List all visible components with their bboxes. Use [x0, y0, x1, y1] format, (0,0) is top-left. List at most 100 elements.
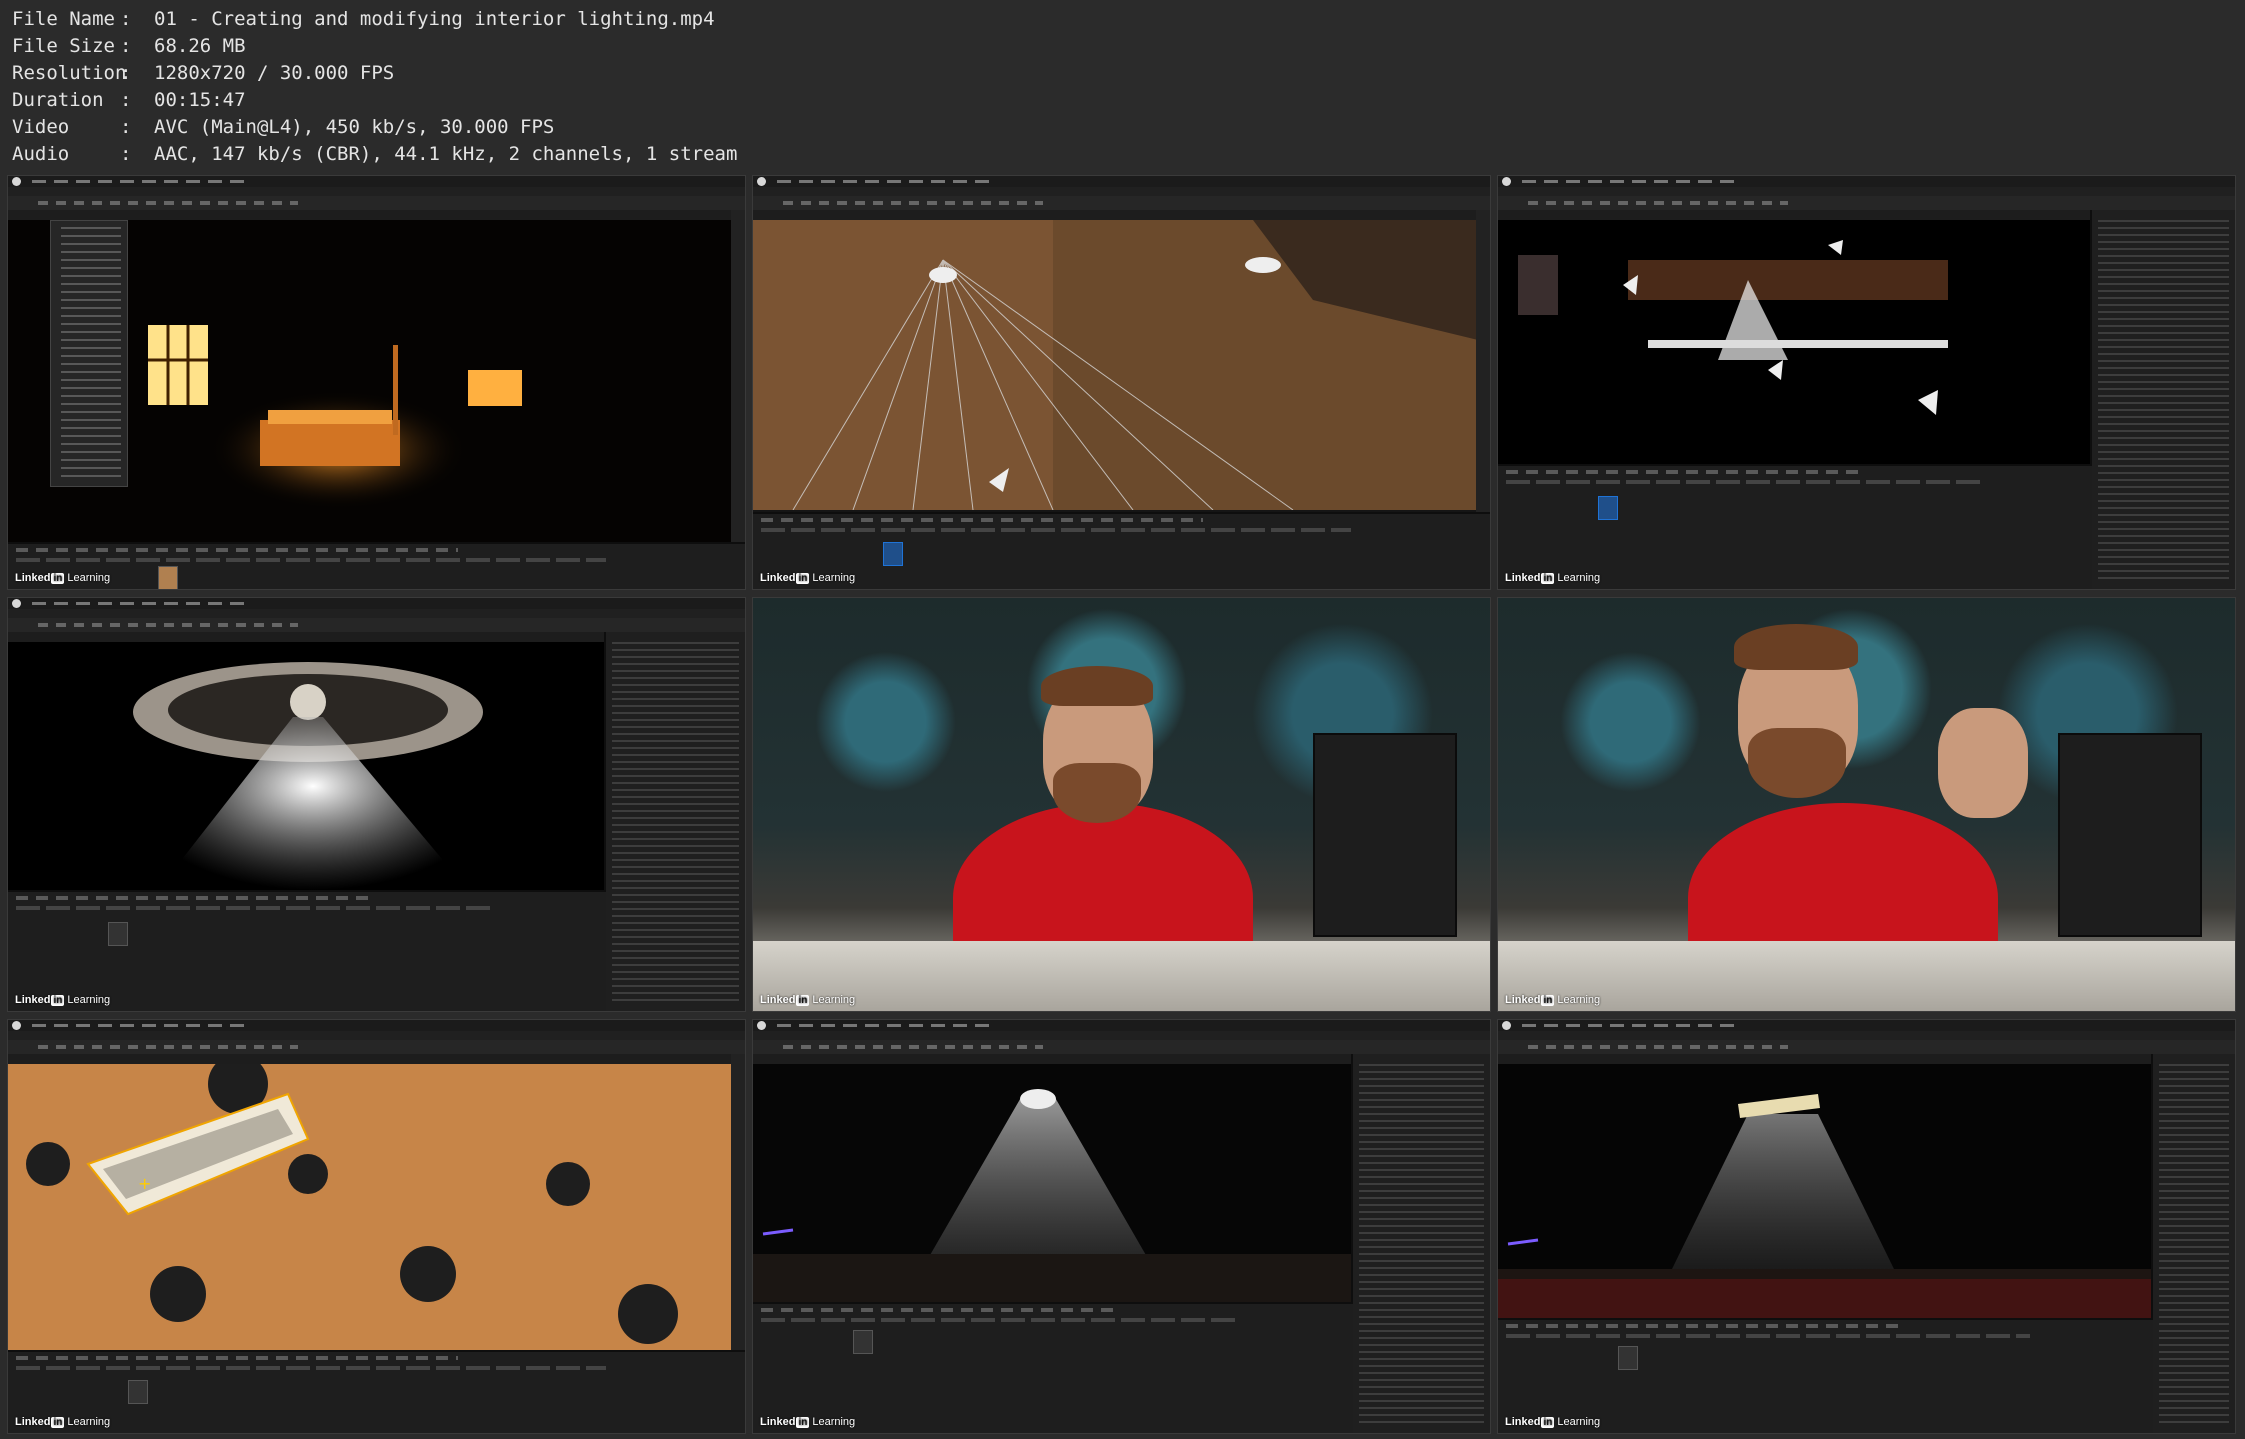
file-info-panel: File Name:01 - Creating and modifying in… [12, 6, 737, 168]
presenter-hair [1041, 666, 1153, 706]
asset-thumbnail[interactable] [158, 566, 178, 589]
editor-tab-bar [8, 609, 745, 618]
viewport-toolbar [753, 1054, 1353, 1064]
thumbnail-grid: Linked in Learning Linked in Learning Li… [7, 175, 2236, 1434]
editor-tab-bar [753, 1031, 1490, 1040]
viewport-toolbar [1498, 210, 2092, 220]
editor-toolbar [1498, 1040, 2235, 1055]
unreal-logo-icon [12, 177, 21, 186]
editor-menu-bar [8, 598, 745, 609]
asset-thumbnail[interactable] [1618, 1346, 1638, 1370]
linkedin-learning-watermark: Linked in Learning [760, 1416, 856, 1428]
scene-ceiling-fixture: + [8, 1064, 731, 1350]
viewport-toolbar [8, 1054, 731, 1064]
video-frame-thumbnail[interactable]: Linked in Learning [752, 597, 1491, 1012]
svg-text:+: + [138, 1174, 151, 1193]
asset-thumbnail[interactable] [1598, 496, 1618, 520]
view-mode-dropdown[interactable] [50, 220, 128, 487]
viewport-toolbar [1498, 1054, 2153, 1064]
video-frame-thumbnail[interactable]: Linked in Learning [1497, 175, 2236, 590]
editor-toolbar [753, 196, 1490, 211]
asset-thumbnail[interactable] [108, 922, 128, 946]
editor-viewport [8, 642, 606, 890]
presenter-beard [1053, 763, 1141, 823]
details-panel [1351, 1054, 1490, 1433]
presenter-hair [1734, 624, 1858, 670]
linkedin-learning-watermark: Linked in Learning [15, 994, 111, 1006]
desk-surface [753, 941, 1490, 1011]
content-browser [8, 542, 745, 589]
video-frame-thumbnail[interactable]: Linked in Learning [752, 1019, 1491, 1434]
asset-thumbnail[interactable] [883, 542, 903, 566]
editor-tab-bar [1498, 187, 2235, 196]
computer-monitor [2058, 733, 2202, 937]
linkedin-learning-watermark: Linked in Learning [1505, 1416, 1601, 1428]
linkedin-learning-watermark: Linked in Learning [760, 572, 856, 584]
linkedin-learning-watermark: Linked in Learning [15, 1416, 111, 1428]
editor-toolbar [753, 1040, 1490, 1055]
file-info-row: Audio: AAC, 147 kb/s (CBR), 44.1 kHz, 2 c… [12, 143, 738, 165]
editor-viewport [1498, 220, 2092, 464]
linkedin-learning-watermark: Linked in Learning [1505, 994, 1601, 1006]
video-frame-thumbnail[interactable]: Linked in Learning [7, 175, 746, 590]
unreal-logo-icon [12, 599, 21, 608]
unreal-logo-icon [1502, 1021, 1511, 1030]
video-frame-thumbnail[interactable]: Linked in Learning [1497, 597, 2236, 1012]
video-frame-thumbnail[interactable]: Linked in Learning [1497, 1019, 2236, 1434]
scene-fixture-glow [1498, 1094, 2153, 1318]
unreal-logo-icon [1502, 177, 1511, 186]
file-info-row: File Size:68.26 MB [12, 35, 246, 57]
editor-side-strip [731, 210, 745, 589]
editor-viewport: + [8, 1064, 731, 1350]
world-outliner-panel [2090, 210, 2235, 589]
editor-viewport [753, 1064, 1353, 1302]
editor-viewport [1498, 1064, 2153, 1318]
linkedin-learning-watermark: Linked in Learning [760, 994, 856, 1006]
viewport-toolbar [8, 210, 731, 220]
editor-menu-bar [8, 176, 745, 187]
editor-toolbar [1498, 196, 2235, 211]
editor-viewport [753, 220, 1476, 510]
editor-toolbar [8, 618, 745, 633]
editor-tab-bar [1498, 1031, 2235, 1040]
file-info-row: Duration:00:15:47 [12, 89, 246, 111]
asset-thumbnail[interactable] [128, 1380, 148, 1404]
editor-tab-bar [8, 1031, 745, 1040]
scene-lamps [1518, 240, 1948, 415]
editor-menu-bar [753, 176, 1490, 187]
asset-thumbnail[interactable] [853, 1330, 873, 1354]
unreal-logo-icon [757, 177, 766, 186]
content-browser [1498, 464, 2092, 589]
editor-menu-bar [753, 1020, 1490, 1031]
linkedin-learning-watermark: Linked in Learning [15, 572, 111, 584]
file-info-row: Video: AVC (Main@L4), 450 kb/s, 30.000 FP… [12, 116, 555, 138]
content-browser [8, 890, 606, 1011]
editor-tab-bar [8, 187, 745, 196]
file-info-row: File Name:01 - Creating and modifying in… [12, 8, 715, 30]
video-frame-thumbnail[interactable]: Linked in Learning [7, 597, 746, 1012]
video-frame-thumbnail[interactable]: + Linked in Learning [7, 1019, 746, 1434]
editor-menu-bar [1498, 1020, 2235, 1031]
content-browser [753, 1302, 1353, 1433]
editor-tab-bar [753, 187, 1490, 196]
world-outliner-panel [2151, 1054, 2235, 1433]
presenter-beard [1748, 728, 1846, 798]
computer-monitor [1313, 733, 1457, 937]
linkedin-learning-watermark: Linked in Learning [1505, 572, 1601, 584]
editor-menu-bar [8, 1020, 745, 1031]
editor-toolbar [8, 1040, 745, 1055]
desk-surface [1498, 941, 2235, 1011]
editor-menu-bar [1498, 176, 2235, 187]
content-browser [8, 1350, 745, 1433]
video-frame-thumbnail[interactable]: Linked in Learning [752, 175, 1491, 590]
presenter-hand [1938, 708, 2028, 818]
scene-ceiling-rays [753, 220, 1476, 510]
viewport-toolbar [8, 632, 606, 642]
scene-spotlight [753, 1089, 1353, 1302]
unreal-logo-icon [757, 1021, 766, 1030]
details-panel [604, 632, 745, 1011]
unreal-logo-icon [12, 1021, 21, 1030]
content-browser [753, 512, 1490, 589]
file-info-row: Resolution:1280x720 / 30.000 FPS [12, 62, 395, 84]
scene-lamp-closeup [133, 662, 483, 890]
